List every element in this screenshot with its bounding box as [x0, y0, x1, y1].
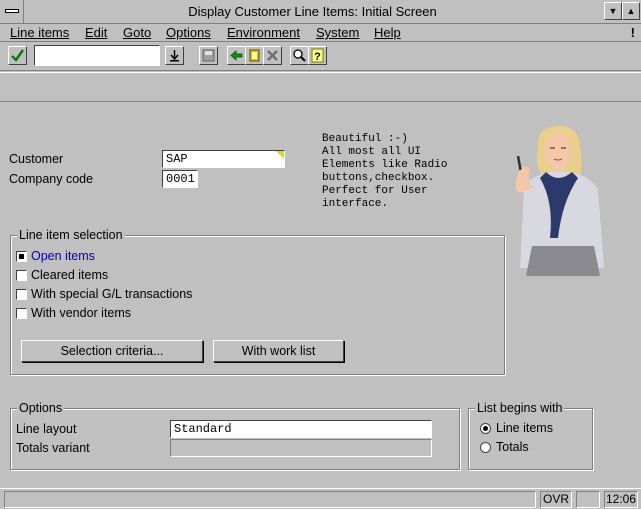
- menu-help[interactable]: Help: [374, 24, 401, 42]
- vendor-items-checkbox[interactable]: [16, 308, 27, 319]
- find-icon[interactable]: [290, 46, 309, 65]
- help-icon[interactable]: ?: [308, 46, 327, 65]
- svg-text:?: ?: [314, 51, 321, 63]
- dropdown-icon[interactable]: [165, 46, 184, 65]
- menu-options[interactable]: Options: [166, 24, 211, 42]
- open-items-label: Open items: [31, 249, 95, 263]
- menu-goto[interactable]: Goto: [123, 24, 151, 42]
- open-items-checkbox[interactable]: [16, 251, 27, 262]
- exit-icon[interactable]: [245, 46, 264, 65]
- insert-mode-indicator: OVR: [540, 491, 572, 508]
- customer-input[interactable]: SAP: [162, 150, 285, 168]
- work-list-button[interactable]: With work list: [213, 340, 344, 362]
- back-icon[interactable]: [227, 46, 246, 65]
- window-title: Display Customer Line Items: Initial Scr…: [188, 4, 437, 19]
- menu-environment[interactable]: Environment: [227, 24, 300, 42]
- status-bar: OVR 12:06: [0, 488, 641, 509]
- status-spacer: [576, 491, 600, 508]
- totals-variant-label: Totals variant: [16, 441, 90, 455]
- standard-toolbar: ?: [0, 42, 641, 71]
- woman-photo: [498, 118, 638, 276]
- menu-line-items[interactable]: Line items: [10, 24, 69, 42]
- line-layout-input[interactable]: Standard: [170, 420, 432, 438]
- options-title: Options: [17, 401, 65, 415]
- minimize-button[interactable]: ▼: [604, 2, 622, 20]
- list-begins-group: List begins with: [468, 401, 593, 470]
- totals-radio[interactable]: [480, 442, 491, 453]
- title-bar: Display Customer Line Items: Initial Scr…: [0, 0, 641, 24]
- command-field[interactable]: [34, 45, 160, 66]
- totals-variant-input[interactable]: [170, 439, 432, 457]
- vendor-items-label: With vendor items: [31, 306, 132, 320]
- cancel-icon[interactable]: [263, 46, 282, 65]
- special-gl-checkbox[interactable]: [16, 289, 27, 300]
- required-indicator: [276, 151, 284, 159]
- company-code-input[interactable]: 0001: [162, 170, 198, 188]
- company-code-label: Company code: [9, 172, 94, 186]
- totals-radio-label: Totals: [496, 440, 529, 454]
- menu-system[interactable]: System: [316, 24, 359, 42]
- cleared-items-label: Cleared items: [31, 268, 109, 282]
- cleared-items-checkbox[interactable]: [16, 270, 27, 281]
- line-items-radio-label: Line items: [496, 421, 553, 435]
- status-message: [4, 491, 536, 508]
- menu-edit[interactable]: Edit: [85, 24, 107, 42]
- application-toolbar: [0, 72, 641, 102]
- line-layout-label: Line layout: [16, 422, 77, 436]
- selection-criteria-button[interactable]: Selection criteria...: [21, 340, 203, 362]
- clock: 12:06: [604, 491, 638, 508]
- line-item-selection-title: Line item selection: [17, 228, 125, 242]
- save-icon[interactable]: [199, 46, 218, 65]
- annotation-note: Beautiful :-) All most all UI Elements l…: [322, 133, 448, 210]
- system-menu-button[interactable]: [0, 0, 24, 23]
- menu-exclamation[interactable]: !: [631, 24, 635, 41]
- menu-bar: Line items Edit Goto Options Environment…: [0, 24, 641, 42]
- enter-icon[interactable]: [8, 46, 27, 65]
- line-items-radio[interactable]: [480, 423, 491, 434]
- list-begins-title: List begins with: [475, 401, 565, 415]
- maximize-button[interactable]: ▲: [622, 2, 640, 20]
- special-gl-label: With special G/L transactions: [31, 287, 193, 301]
- customer-label: Customer: [9, 152, 64, 166]
